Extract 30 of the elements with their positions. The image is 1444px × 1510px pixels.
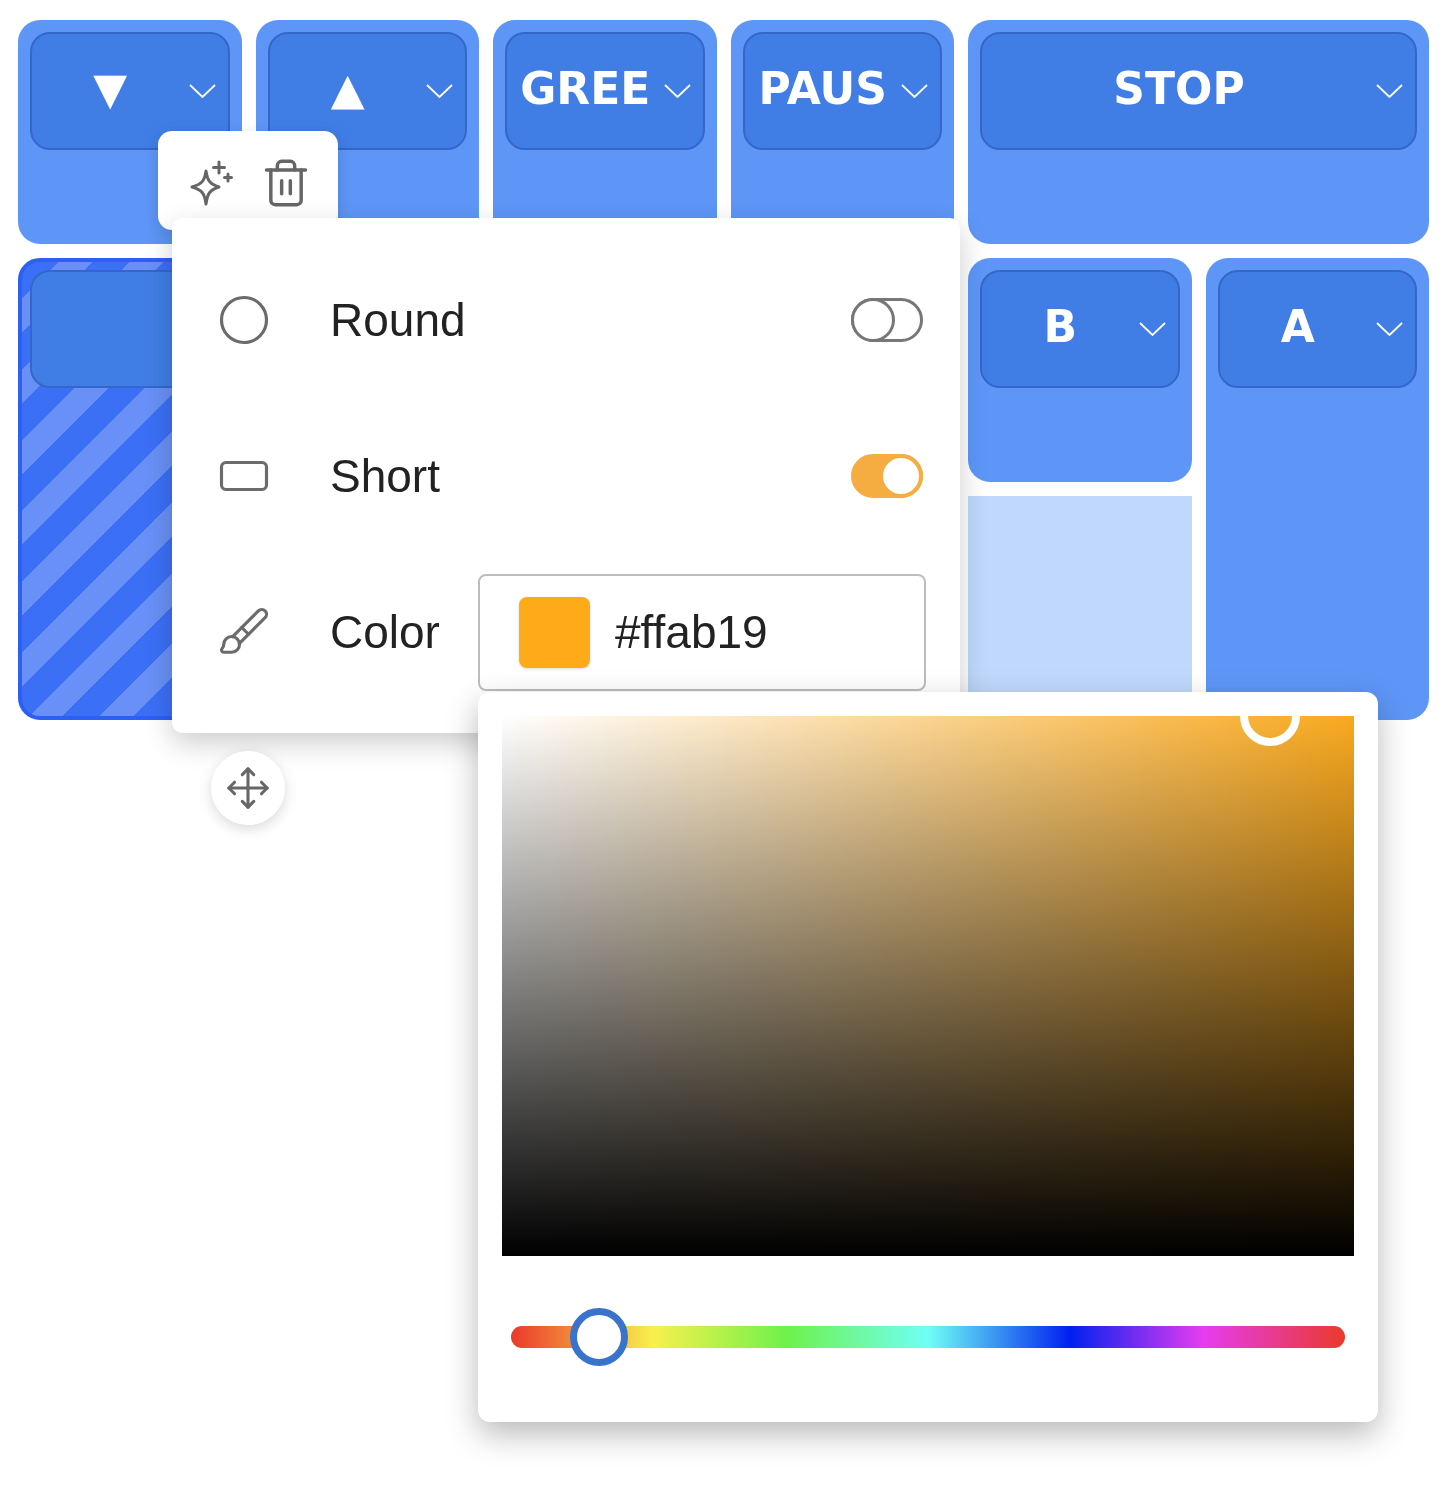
color-gradient-field[interactable] [502, 716, 1354, 1256]
tile-button[interactable]: A [1217, 270, 1417, 388]
chevron-down-icon [663, 84, 691, 98]
move-handle[interactable] [211, 751, 285, 825]
menu-item-label: Round [330, 297, 467, 343]
color-field[interactable]: #ffab19 [478, 573, 926, 691]
tile[interactable]: B [968, 258, 1192, 482]
hue-slider-thumb[interactable] [569, 1308, 628, 1366]
tile-button[interactable]: ▲ [267, 32, 467, 150]
tile-button[interactable]: PAUS [742, 32, 942, 150]
chevron-down-icon [1376, 84, 1403, 98]
tile-button[interactable]: GREE [505, 32, 705, 150]
tile-button[interactable]: B [980, 270, 1180, 388]
chevron-down-icon [188, 84, 216, 98]
chevron-down-icon [1376, 322, 1403, 336]
menu-item-label: Short [330, 453, 441, 499]
color-swatch-icon [519, 596, 590, 668]
chevron-down-icon [901, 84, 928, 98]
menu-item-label: Color [330, 609, 441, 655]
hue-slider[interactable] [511, 1308, 1345, 1366]
circle-icon [217, 293, 271, 347]
move-icon [225, 765, 271, 811]
chevron-down-icon [1138, 322, 1166, 336]
tile-button[interactable]: STOP [980, 32, 1417, 150]
tile[interactable]: A [1205, 258, 1429, 720]
tile-button[interactable]: ▼ [30, 32, 230, 150]
tile[interactable]: STOP [968, 20, 1429, 244]
chevron-down-icon [426, 84, 453, 98]
toggle-switch[interactable] [851, 298, 923, 342]
toggle-switch[interactable] [851, 454, 923, 498]
